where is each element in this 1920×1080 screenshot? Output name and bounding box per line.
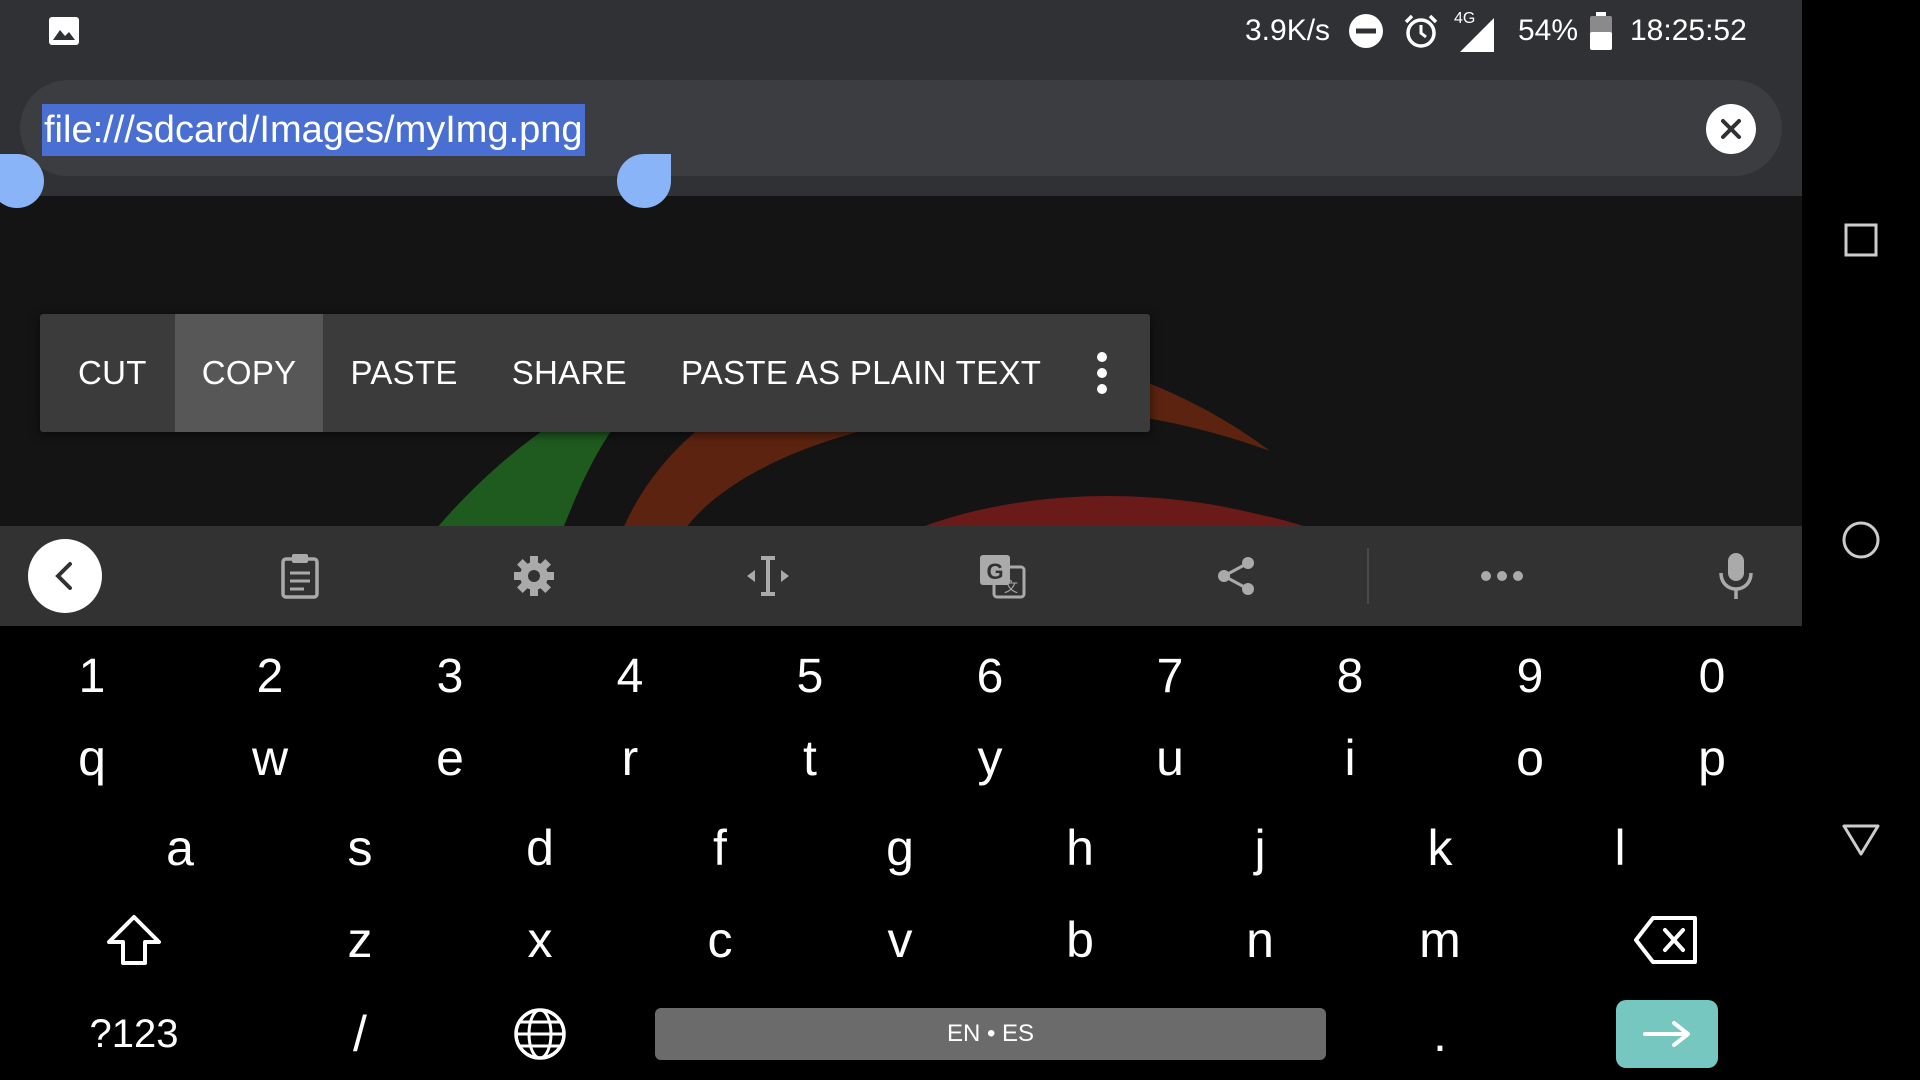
status-bar: 3.9K/s 4G 54% 18:25:52 [0, 0, 1802, 62]
keyboard-toolbar: G文 [0, 526, 1802, 626]
key-q[interactable]: q [42, 718, 142, 798]
key-z[interactable]: z [310, 900, 410, 980]
system-nav-bar [1802, 0, 1920, 1080]
key-4[interactable]: 4 [580, 636, 680, 716]
clipboard-icon[interactable] [260, 526, 340, 626]
alarm-icon [1402, 0, 1440, 62]
more-horiz-icon[interactable] [1462, 526, 1542, 626]
key-k[interactable]: k [1390, 808, 1490, 888]
menu-item-copy[interactable]: COPY [174, 314, 324, 432]
browser-content: 3.9K/s 4G 54% 18:25:52 file:///sdcard/Im… [0, 0, 1802, 1080]
key-x[interactable]: x [490, 900, 590, 980]
url-bar-container: file:///sdcard/Images/myImg.png [0, 62, 1802, 196]
key-7[interactable]: 7 [1120, 636, 1220, 716]
key-e[interactable]: e [400, 718, 500, 798]
key-n[interactable]: n [1210, 900, 1310, 980]
key-f[interactable]: f [670, 808, 770, 888]
clock-text: 18:25:52 [1630, 14, 1747, 47]
shift-icon[interactable] [84, 900, 184, 980]
key-p[interactable]: p [1662, 718, 1762, 798]
menu-item-paste-plain[interactable]: PASTE AS PLAIN TEXT [654, 314, 1068, 432]
key-b[interactable]: b [1030, 900, 1130, 980]
key-c[interactable]: c [670, 900, 770, 980]
menu-item-cut[interactable]: CUT [40, 314, 175, 432]
key-1[interactable]: 1 [42, 636, 142, 716]
key-j[interactable]: j [1210, 808, 1310, 888]
url-field[interactable]: file:///sdcard/Images/myImg.png [20, 80, 1782, 176]
dnd-icon [1348, 0, 1384, 62]
url-selected-text[interactable]: file:///sdcard/Images/myImg.png [42, 104, 585, 156]
text-selection-menu: CUT COPY PASTE SHARE PASTE AS PLAIN TEXT [40, 314, 1150, 432]
key-9[interactable]: 9 [1480, 636, 1580, 716]
back-chevron-icon[interactable] [28, 526, 102, 626]
microphone-icon[interactable] [1696, 526, 1776, 626]
svg-text:文: 文 [1004, 579, 1018, 595]
key-v[interactable]: v [850, 900, 950, 980]
key-6[interactable]: 6 [940, 636, 1040, 716]
network-type-text: 4G [1454, 10, 1476, 27]
key-l[interactable]: l [1570, 808, 1670, 888]
close-circle-icon[interactable] [1706, 104, 1756, 154]
key-d[interactable]: d [490, 808, 590, 888]
key-u[interactable]: u [1120, 718, 1220, 798]
period-key[interactable]: . [1390, 994, 1490, 1074]
share-icon[interactable] [1196, 526, 1276, 626]
backspace-icon[interactable] [1616, 900, 1716, 980]
key-y[interactable]: y [940, 718, 1040, 798]
key-o[interactable]: o [1480, 718, 1580, 798]
gallery-icon [48, 0, 80, 62]
settings-gear-icon[interactable] [494, 526, 574, 626]
enter-arrow-icon[interactable] [1616, 1000, 1718, 1068]
globe-icon[interactable] [490, 994, 590, 1074]
key-r[interactable]: r [580, 718, 680, 798]
key-0[interactable]: 0 [1662, 636, 1762, 716]
key-5[interactable]: 5 [760, 636, 860, 716]
battery-icon [1590, 0, 1612, 62]
menu-item-share[interactable]: SHARE [485, 314, 654, 432]
home-circle-icon[interactable] [1831, 510, 1891, 570]
key-m[interactable]: m [1390, 900, 1490, 980]
signal-icon: 4G [1452, 0, 1496, 62]
translate-icon[interactable]: G文 [962, 526, 1042, 626]
key-w[interactable]: w [220, 718, 320, 798]
svg-text:G: G [986, 559, 1003, 584]
symbols-key[interactable]: ?123 [74, 994, 194, 1074]
soft-keyboard: 1 2 3 4 5 6 7 8 9 0 q w e r t y u i o p … [0, 626, 1802, 1080]
key-8[interactable]: 8 [1300, 636, 1400, 716]
key-3[interactable]: 3 [400, 636, 500, 716]
key-t[interactable]: t [760, 718, 860, 798]
battery-text: 54% [1518, 14, 1579, 47]
more-vert-icon[interactable] [1068, 314, 1136, 432]
back-triangle-icon[interactable] [1831, 810, 1891, 870]
toolbar-divider [1367, 548, 1369, 604]
key-s[interactable]: s [310, 808, 410, 888]
net-speed-text: 3.9K/s [1245, 14, 1331, 47]
space-bar[interactable]: EN • ES [655, 1008, 1326, 1060]
text-cursor-icon[interactable] [728, 526, 808, 626]
key-2[interactable]: 2 [220, 636, 320, 716]
key-i[interactable]: i [1300, 718, 1400, 798]
recents-square-icon[interactable] [1831, 210, 1891, 270]
slash-key[interactable]: / [310, 994, 410, 1074]
menu-item-paste[interactable]: PASTE [323, 314, 484, 432]
key-g[interactable]: g [850, 808, 950, 888]
key-a[interactable]: a [130, 808, 230, 888]
key-h[interactable]: h [1030, 808, 1130, 888]
